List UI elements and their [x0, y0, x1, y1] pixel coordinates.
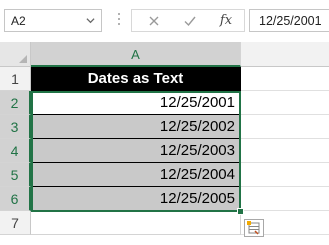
quick-analysis-icon: [247, 221, 260, 235]
row-header-2[interactable]: 2: [0, 91, 31, 115]
row-header-5[interactable]: 5: [0, 163, 31, 187]
row-header-1[interactable]: 1: [0, 67, 31, 91]
formula-bar-buttons: fx: [131, 9, 245, 32]
cell-a1[interactable]: Dates as Text: [31, 67, 241, 91]
column-header-b[interactable]: [241, 42, 329, 67]
column-header-a[interactable]: A: [31, 42, 241, 67]
row-header-6[interactable]: 6: [0, 187, 31, 211]
fill-handle[interactable]: [237, 208, 244, 215]
insert-function-icon[interactable]: fx: [218, 13, 234, 29]
row-header-4[interactable]: 4: [0, 139, 31, 163]
name-box[interactable]: A2: [4, 9, 102, 32]
worksheet-grid: A 1 2 3 4 5 6 7 Dates as Text 12/25/2001…: [0, 42, 329, 245]
formula-input-value: 12/25/2001: [259, 14, 322, 28]
cancel-icon[interactable]: [146, 13, 162, 29]
cell-a6[interactable]: 12/25/2005: [31, 187, 241, 211]
cell-a5[interactable]: 12/25/2004: [31, 163, 241, 187]
formula-input[interactable]: 12/25/2001: [249, 9, 329, 32]
cell-a3[interactable]: 12/25/2002: [31, 115, 241, 139]
cell-a2[interactable]: 12/25/2001: [31, 91, 241, 115]
drag-handle[interactable]: [118, 13, 121, 29]
row-header-7[interactable]: 7: [0, 211, 31, 235]
quick-analysis-button[interactable]: [244, 219, 264, 237]
cell-a7[interactable]: [31, 211, 241, 235]
formula-bar: A2 fx 12/25/2001: [0, 0, 329, 42]
enter-check-icon[interactable]: [182, 13, 198, 29]
name-box-value: A2: [11, 14, 26, 28]
chevron-down-icon[interactable]: [86, 16, 95, 25]
cell-a4[interactable]: 12/25/2003: [31, 139, 241, 163]
row-header-3[interactable]: 3: [0, 115, 31, 139]
select-all-button[interactable]: [0, 42, 31, 67]
